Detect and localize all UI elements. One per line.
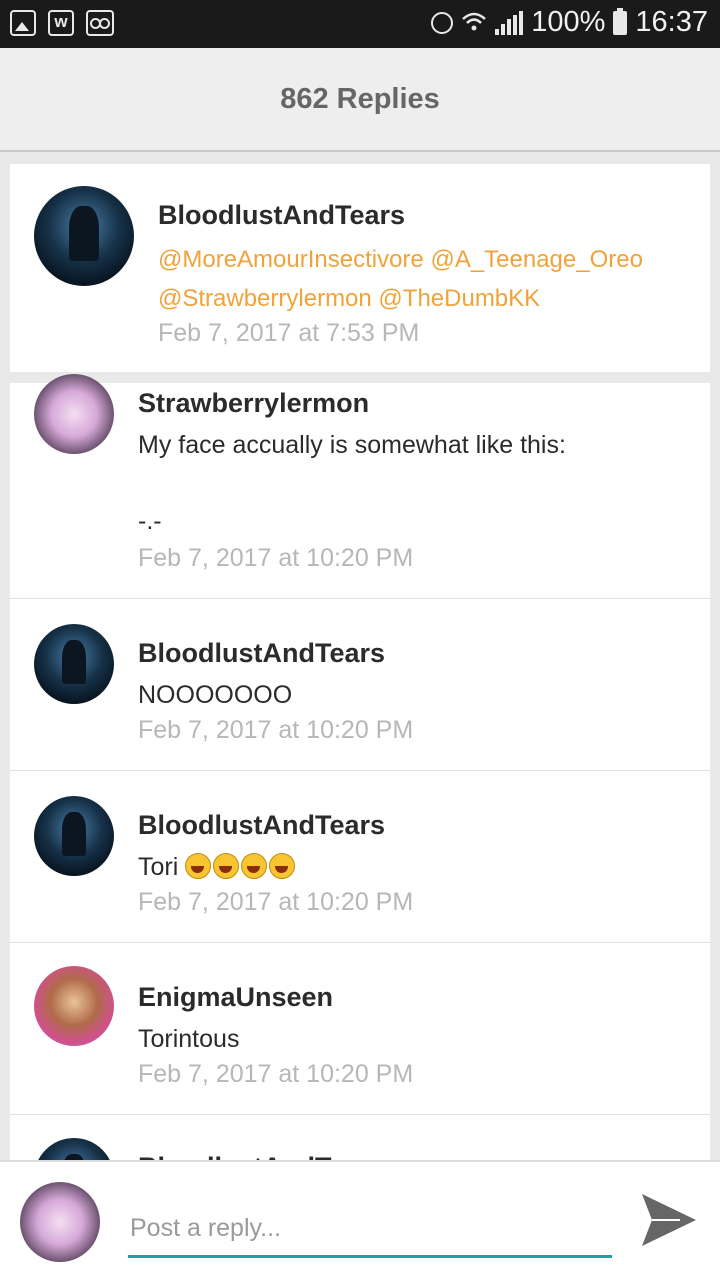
battery-percent: 100% (531, 6, 606, 38)
avatar[interactable] (34, 374, 114, 454)
gallery-notification-icon (10, 10, 36, 36)
divider (10, 598, 710, 599)
reply-time: Feb 7, 2017 at 10:20 PM (138, 716, 414, 744)
divider (10, 1114, 710, 1115)
send-icon[interactable] (640, 1192, 698, 1248)
battery-icon (613, 7, 628, 35)
voicemail-icon (86, 10, 114, 36)
my-avatar[interactable] (20, 1182, 100, 1262)
reply-input[interactable] (128, 1202, 612, 1258)
page-title: 862 Replies (280, 82, 440, 115)
system-icons: 100% 16:37 (431, 6, 708, 39)
wifi-icon (462, 12, 487, 30)
divider (10, 942, 710, 943)
reply-message-row: Tori (138, 848, 297, 886)
divider (10, 770, 710, 771)
laughing-emoji-icon (241, 853, 268, 879)
original-post: BloodlustAndTears @MoreAmourInsectivore … (10, 164, 710, 372)
avatar[interactable] (34, 966, 114, 1046)
avatar[interactable] (34, 186, 134, 286)
post-mentions-line1[interactable]: @MoreAmourInsectivore @A_Teenage_Oreo (158, 240, 643, 280)
laughing-emoji-icon (213, 853, 240, 879)
reply-message: NOOOOOOO (138, 681, 293, 709)
post-time: Feb 7, 2017 at 7:53 PM (158, 319, 420, 347)
reply-message: Tori (138, 853, 179, 881)
reply-time: Feb 7, 2017 at 10:20 PM (138, 888, 414, 916)
signal-icon (495, 10, 524, 35)
reply-author[interactable]: BloodlustAndTears (138, 638, 385, 669)
reply-author[interactable]: Strawberrylermon (138, 388, 369, 419)
laughing-emoji-icon (269, 853, 296, 879)
post-mentions-line2[interactable]: @Strawberrylermon @TheDumbKK (158, 279, 540, 319)
app-header: 862 Replies (0, 48, 720, 152)
alarm-icon (431, 11, 454, 34)
reply-time: Feb 7, 2017 at 10:20 PM (138, 1060, 414, 1088)
laughing-emoji-icon (185, 853, 212, 879)
notification-icons: w (10, 10, 114, 36)
reply-message: Torintous (138, 1025, 240, 1053)
reply-author[interactable]: EnigmaUnseen (138, 982, 333, 1013)
avatar[interactable] (34, 796, 114, 876)
avatar[interactable] (34, 624, 114, 704)
clock: 16:37 (635, 6, 708, 38)
status-bar: w 100% 16:37 (0, 0, 720, 48)
reply-author[interactable]: BloodlustAndTears (138, 810, 385, 841)
post-author[interactable]: BloodlustAndTears (158, 200, 405, 231)
reply-message: My face accually is somewhat like this: … (138, 431, 566, 535)
reply-bar (0, 1160, 720, 1280)
reply-time: Feb 7, 2017 at 10:20 PM (138, 544, 414, 572)
w-app-notification-icon: w (48, 10, 74, 36)
